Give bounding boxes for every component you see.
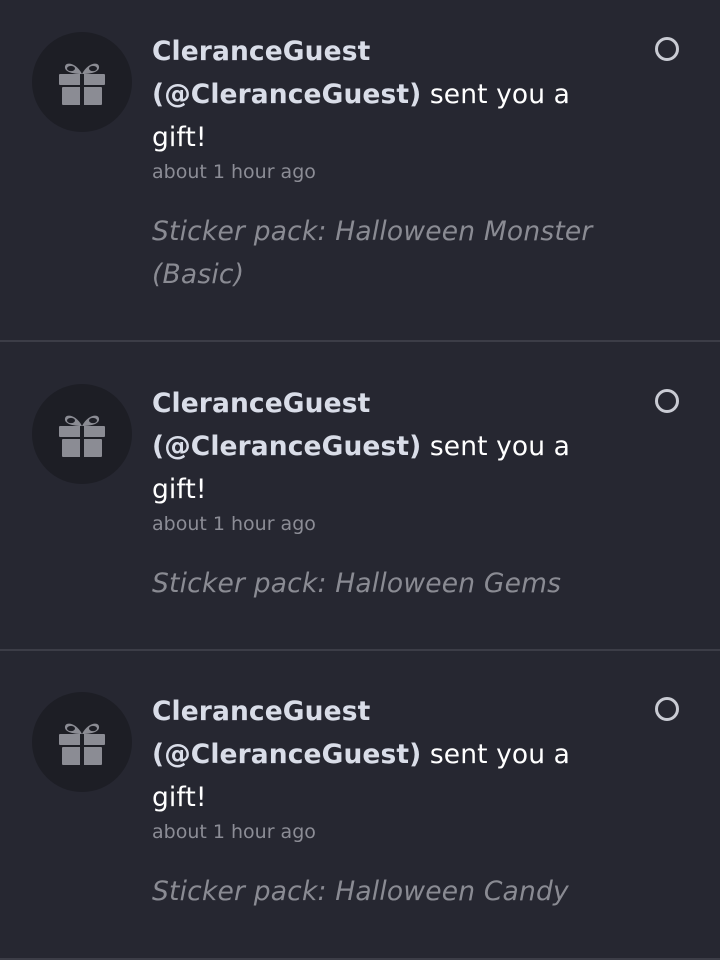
sender-name[interactable]: CleranceGuest: [152, 696, 370, 727]
gift-icon: [58, 719, 106, 765]
avatar: [32, 384, 132, 484]
gift-detail: Sticker pack: Halloween Candy: [152, 876, 569, 907]
notification-item[interactable]: CleranceGuest (@CleranceGuest) sent you …: [0, 651, 720, 960]
notification-content: CleranceGuest (@CleranceGuest) sent you …: [152, 30, 612, 296]
sender-handle[interactable]: (@CleranceGuest): [152, 739, 421, 770]
sender-handle[interactable]: (@CleranceGuest): [152, 79, 421, 110]
avatar: [32, 692, 132, 792]
notification-content: CleranceGuest (@CleranceGuest) sent you …: [152, 690, 612, 913]
notification-timestamp: about 1 hour ago: [152, 161, 316, 183]
mark-read-toggle[interactable]: [655, 389, 679, 413]
avatar: [32, 32, 132, 132]
mark-read-toggle[interactable]: [655, 697, 679, 721]
gift-detail: Sticker pack: Halloween Gems: [152, 568, 562, 599]
gift-icon: [58, 411, 106, 457]
gift-detail: Sticker pack: Halloween Monster (Basic): [152, 216, 593, 290]
notification-message: CleranceGuest (@CleranceGuest) sent you …: [152, 30, 612, 159]
notification-message: CleranceGuest (@CleranceGuest) sent you …: [152, 382, 612, 511]
sender-name[interactable]: CleranceGuest: [152, 36, 370, 67]
notification-item[interactable]: CleranceGuest (@CleranceGuest) sent you …: [0, 342, 720, 651]
gift-icon: [58, 59, 106, 105]
notification-content: CleranceGuest (@CleranceGuest) sent you …: [152, 382, 612, 605]
notification-list: CleranceGuest (@CleranceGuest) sent you …: [0, 0, 720, 960]
notification-timestamp: about 1 hour ago: [152, 821, 316, 843]
sender-handle[interactable]: (@CleranceGuest): [152, 431, 421, 462]
mark-read-toggle[interactable]: [655, 37, 679, 61]
notification-item[interactable]: CleranceGuest (@CleranceGuest) sent you …: [0, 0, 720, 342]
notification-timestamp: about 1 hour ago: [152, 513, 316, 535]
sender-name[interactable]: CleranceGuest: [152, 388, 370, 419]
notification-message: CleranceGuest (@CleranceGuest) sent you …: [152, 690, 612, 819]
